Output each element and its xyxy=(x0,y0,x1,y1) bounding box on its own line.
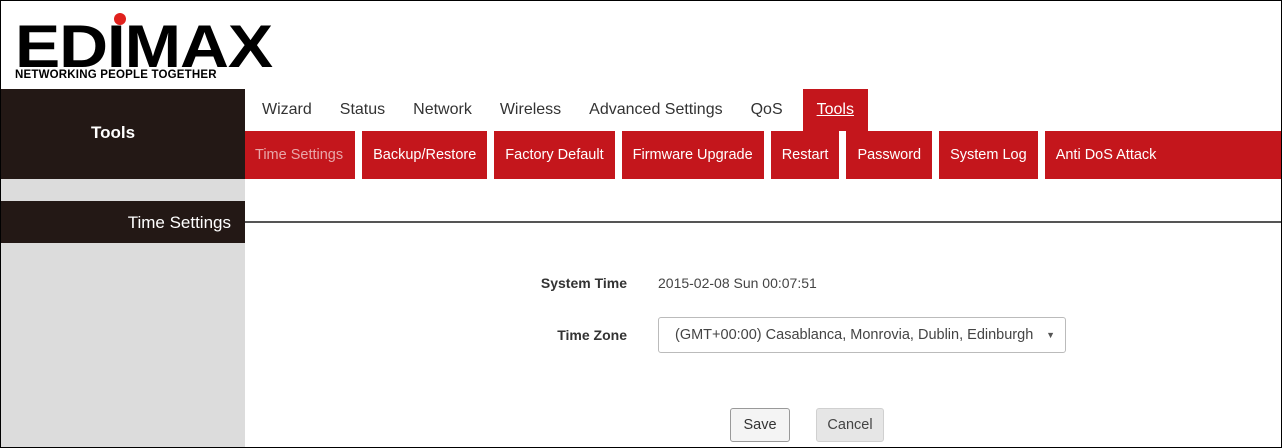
sidebar-item-time-settings[interactable]: Time Settings xyxy=(1,201,245,243)
edimax-logo: EDIMAX NETWORKING PEOPLE TOGETHER xyxy=(15,7,273,87)
tab-wizard[interactable]: Wizard xyxy=(245,89,326,131)
section-divider xyxy=(245,221,1281,223)
tab-tools[interactable]: Tools xyxy=(802,89,868,131)
subtab-firmware-upgrade[interactable]: Firmware Upgrade xyxy=(622,131,764,179)
subtab-backup-restore[interactable]: Backup/Restore xyxy=(362,131,487,179)
time-zone-select[interactable]: (GMT+00:00) Casablanca, Monrovia, Dublin… xyxy=(658,317,1066,353)
subnav-separator xyxy=(487,131,495,179)
save-button[interactable]: Save xyxy=(730,408,790,442)
logo-wordmark: EDIMAX xyxy=(15,13,273,80)
subtab-time-settings[interactable]: Time Settings xyxy=(245,131,355,179)
subnav-separator xyxy=(763,131,771,179)
sidebar-item-label: Time Settings xyxy=(127,213,231,232)
time-zone-selected-value: (GMT+00:00) Casablanca, Monrovia, Dublin… xyxy=(675,327,1034,343)
subnav-separator xyxy=(614,131,622,179)
time-zone-label: Time Zone xyxy=(557,327,627,343)
tab-advanced-settings[interactable]: Advanced Settings xyxy=(575,89,736,131)
subnav-separator xyxy=(932,131,940,179)
sidebar-title-label: Tools xyxy=(91,123,136,142)
tab-network[interactable]: Network xyxy=(399,89,486,131)
subtab-factory-default[interactable]: Factory Default xyxy=(494,131,614,179)
subtab-anti-dos-attack[interactable]: Anti DoS Attack xyxy=(1045,131,1168,179)
subtab-restart[interactable]: Restart xyxy=(771,131,840,179)
subnav-separator xyxy=(1037,131,1045,179)
subnav-separator xyxy=(355,131,363,179)
tab-qos[interactable]: QoS xyxy=(737,89,797,131)
chevron-down-icon: ▼ xyxy=(1040,318,1055,352)
sub-navigation: Time Settings Backup/Restore Factory Def… xyxy=(245,131,1281,179)
logo-tagline: NETWORKING PEOPLE TOGETHER xyxy=(15,69,217,81)
tab-wireless[interactable]: Wireless xyxy=(486,89,575,131)
router-admin-page: EDIMAX NETWORKING PEOPLE TOGETHER Tools … xyxy=(0,0,1282,448)
subtab-password[interactable]: Password xyxy=(846,131,932,179)
subtab-system-log[interactable]: System Log xyxy=(939,131,1038,179)
system-time-label: System Time xyxy=(540,275,627,291)
top-navigation: Wizard Status Network Wireless Advanced … xyxy=(245,89,868,131)
subnav-separator xyxy=(839,131,847,179)
system-time-value: 2015-02-08 Sun 00:07:51 xyxy=(658,275,817,291)
tab-status[interactable]: Status xyxy=(326,89,399,131)
sidebar-title: Tools xyxy=(1,89,245,179)
cancel-button[interactable]: Cancel xyxy=(816,408,884,442)
